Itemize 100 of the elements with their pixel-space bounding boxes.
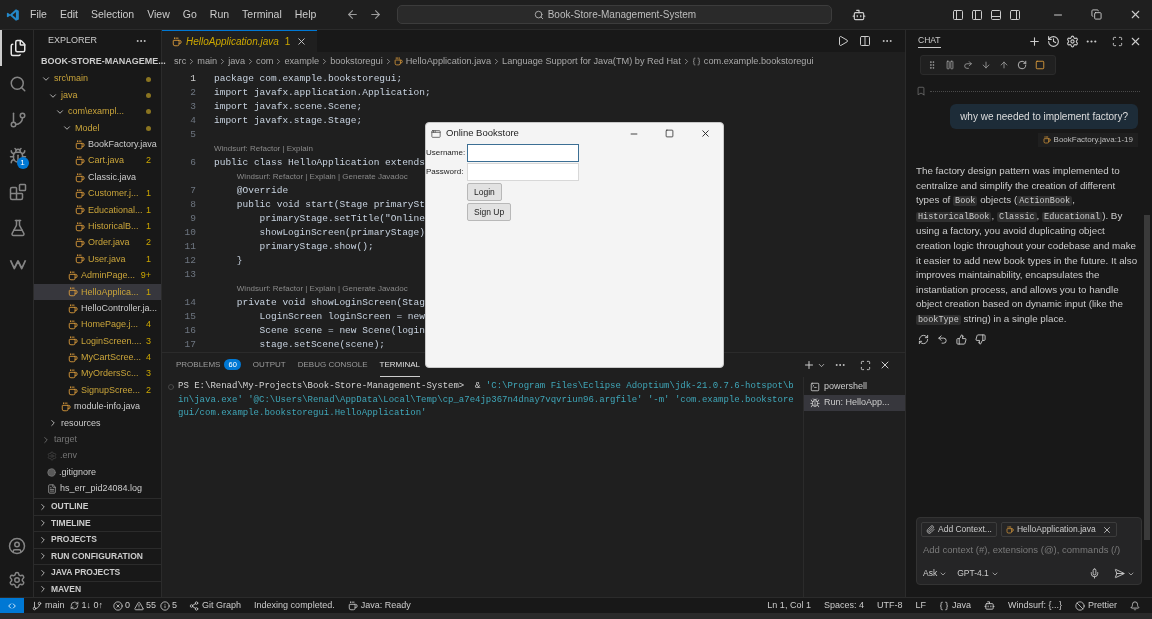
tree-item[interactable]: .gitignore (34, 464, 161, 481)
thumbs-down-icon[interactable] (975, 333, 986, 345)
coffee-icon[interactable] (347, 600, 358, 611)
dialog-button[interactable]: Sign Up (467, 203, 512, 221)
panel-tab[interactable]: OUTPUT (252, 353, 286, 377)
plus-icon[interactable] (1028, 34, 1041, 48)
editor-tab[interactable]: HelloApplication.java 1 (162, 30, 318, 52)
branch-name[interactable]: main (45, 598, 65, 613)
status-item[interactable]: Git Graph (202, 598, 242, 613)
tree-item[interactable]: HomePage.j... 4 (34, 316, 161, 334)
breadcrumb-item[interactable]: com.example.bookstoregui (703, 55, 814, 69)
status-item[interactable]: UTF-8 (876, 598, 903, 613)
breadcrumb-item[interactable]: Language Support for Java(TM) by Red Hat (502, 55, 681, 69)
remote-button[interactable] (0, 597, 24, 614)
code-lens[interactable]: Windsurf: Refactor | Explain | Generate Javadoc (236, 171, 408, 183)
panel-bottom-icon[interactable] (990, 8, 1002, 21)
blocks-icon[interactable] (8, 183, 27, 201)
dialog-button[interactable]: Login (467, 183, 502, 201)
step-over-icon[interactable] (963, 60, 973, 70)
branch-icon[interactable] (8, 111, 27, 129)
text-field[interactable] (467, 144, 579, 162)
settings-icon[interactable] (7, 571, 26, 589)
tree-item[interactable]: src\main (34, 71, 161, 88)
status-item[interactable]: Java: Ready (360, 598, 411, 613)
braces-icon[interactable] (938, 600, 949, 611)
search-field[interactable]: Book-Store-Management-System (397, 5, 833, 24)
tree-item[interactable]: MyOrdersSc... 3 (34, 366, 161, 383)
terminal-list-item[interactable]: Run: HelloApp... (804, 395, 905, 411)
tree-item[interactable]: User.java 1 (34, 251, 161, 268)
status-item[interactable]: Indexing completed. (254, 598, 335, 613)
flask-icon[interactable] (8, 219, 27, 237)
breadcrumb-item[interactable]: bookstoregui (330, 55, 383, 69)
status-item[interactable]: Ln 1, Col 1 (767, 598, 811, 613)
error-count[interactable]: 0 (125, 598, 131, 613)
step-into-icon[interactable] (981, 60, 991, 70)
file-chip[interactable]: HelloApplication.java (1000, 522, 1117, 537)
step-out-icon[interactable] (999, 60, 1009, 70)
status-item[interactable]: Windsurf: {...} (1007, 598, 1062, 613)
add-context-button[interactable]: Add Context... (921, 522, 997, 537)
close-icon[interactable] (879, 359, 891, 371)
bell-icon[interactable] (1130, 600, 1140, 611)
tree-item[interactable]: hs_err_pid24084.log (34, 480, 161, 498)
bot-icon[interactable] (983, 600, 995, 611)
tree-item[interactable]: Model (34, 120, 161, 137)
tree-item[interactable]: resources (34, 415, 161, 432)
grip-icon[interactable] (927, 60, 937, 70)
plus-icon[interactable] (803, 359, 815, 371)
tree-item[interactable]: Customer.j... 1 (34, 185, 161, 203)
search-icon[interactable] (8, 75, 27, 93)
breadcrumb-item[interactable]: example (284, 55, 320, 69)
play-icon[interactable] (837, 35, 849, 47)
code-lens[interactable]: Windsurf: Refactor | Explain | Generate Javadoc (236, 283, 408, 295)
info-count[interactable]: 5 (172, 598, 178, 613)
tree-item[interactable]: LoginScreen.... 3 (34, 333, 161, 350)
tree-item[interactable]: Educational... 1 (34, 202, 161, 219)
status-item[interactable]: Prettier (1088, 598, 1117, 613)
mode-dropdown[interactable]: Ask (923, 567, 948, 580)
tree-item[interactable]: java (34, 87, 161, 104)
reference-chip[interactable]: BookFactory.java:1-19 (1037, 133, 1138, 147)
bot-icon[interactable] (852, 7, 867, 22)
tree-item[interactable]: HistoricalB... 1 (34, 218, 161, 235)
tree-item[interactable]: com\exampl... (34, 103, 161, 121)
forward-icon[interactable] (369, 8, 383, 21)
panel-tab[interactable]: TERMINAL (379, 353, 420, 377)
maximize-icon[interactable] (1112, 35, 1123, 47)
maximize-icon[interactable] (860, 359, 871, 371)
menu-item[interactable]: Help (294, 6, 317, 23)
section-header[interactable]: OUTLINE (34, 498, 161, 515)
chat-input-field[interactable]: Add context (#), extensions (@), commands (/) (921, 541, 1137, 557)
ban-icon[interactable] (1075, 600, 1085, 611)
files-icon[interactable] (8, 39, 27, 57)
restore-icon[interactable] (1091, 9, 1102, 20)
undo-icon[interactable] (937, 333, 948, 345)
tree-item[interactable]: AdminPage... 9+ (34, 267, 161, 285)
menu-item[interactable]: View (147, 6, 170, 23)
menu-item[interactable]: Terminal (242, 6, 282, 23)
close-icon[interactable] (700, 128, 711, 139)
section-header[interactable]: TIMELINE (34, 514, 161, 531)
tree-item[interactable]: HelloController.ja... (34, 300, 161, 317)
section-header[interactable]: RUN CONFIGURATION (34, 547, 161, 564)
close-icon[interactable] (296, 36, 308, 47)
tree-item[interactable]: Order.java 2 (34, 234, 161, 252)
thumbs-up-icon[interactable] (956, 333, 967, 345)
menu-item[interactable]: Run (209, 6, 230, 23)
stop-icon[interactable] (1035, 60, 1045, 70)
back-icon[interactable] (346, 8, 360, 21)
tree-item[interactable]: module-info.java (34, 398, 161, 416)
menu-item[interactable]: File (30, 6, 47, 23)
tree-item[interactable]: HelloApplica... 1 (34, 284, 161, 301)
sync-status[interactable]: 1↓ 0↑ (81, 598, 104, 613)
breadcrumb-item[interactable]: com (256, 55, 274, 69)
section-header[interactable]: JAVA PROJECTS (34, 564, 161, 581)
menu-item[interactable]: Edit (59, 6, 78, 23)
chat-tab[interactable]: CHAT (918, 34, 941, 48)
bug-icon[interactable] (8, 147, 27, 165)
status-item[interactable]: LF (915, 598, 926, 613)
breadcrumb-item[interactable]: HelloApplication.java (405, 55, 492, 69)
breadcrumb-item[interactable]: java (228, 55, 246, 69)
history-icon[interactable] (1047, 34, 1060, 48)
settings-icon[interactable] (1066, 34, 1079, 48)
